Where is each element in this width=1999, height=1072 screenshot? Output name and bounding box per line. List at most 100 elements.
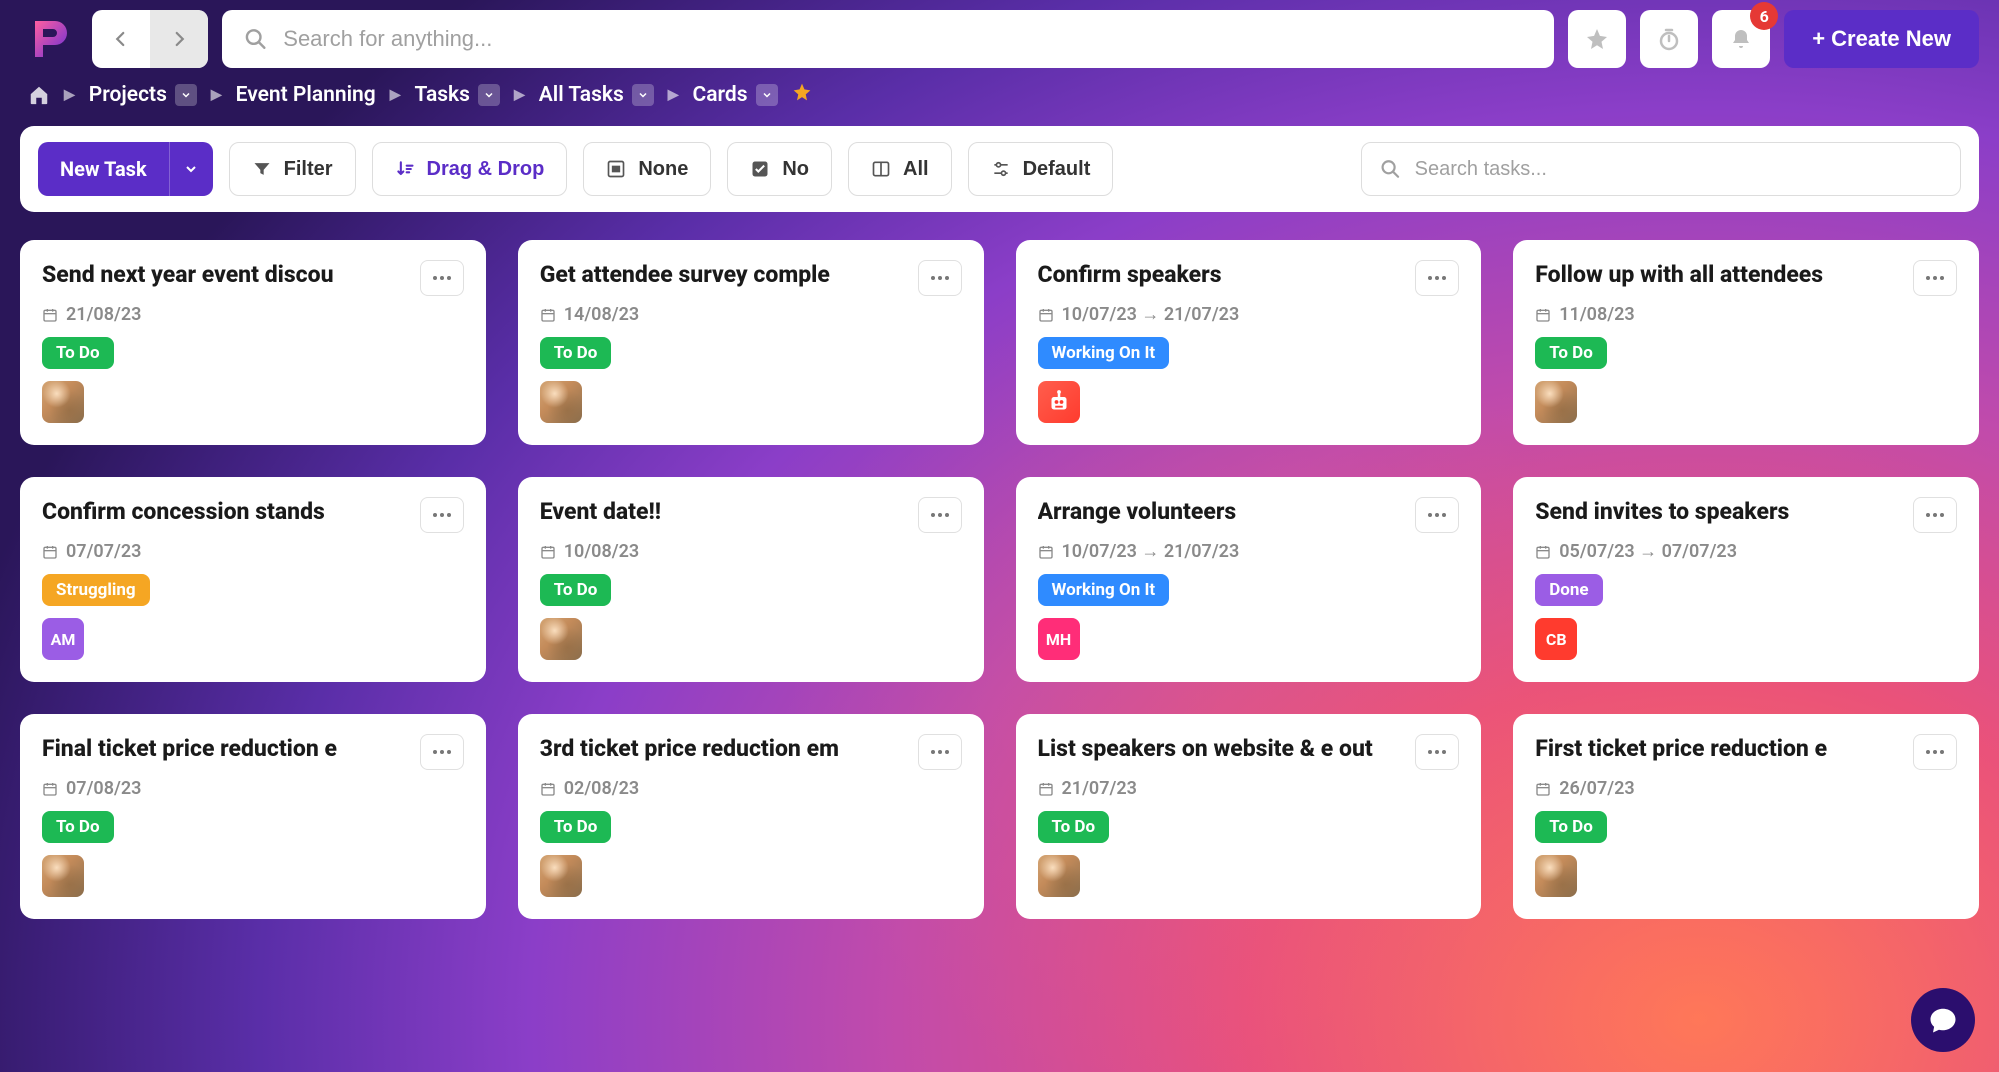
breadcrumb: ▶ Projects ▶ Event Planning ▶ Tasks ▶ Al… — [0, 76, 1999, 126]
assignee-avatar[interactable] — [540, 618, 582, 660]
card-date: 14/08/23 — [540, 304, 962, 325]
chevron-down-icon[interactable] — [478, 84, 500, 106]
task-card[interactable]: Arrange volunteers10/07/23 → 21/07/23Wor… — [1016, 477, 1482, 682]
assignee-avatar[interactable] — [540, 855, 582, 897]
card-menu-button[interactable] — [420, 260, 464, 296]
status-badge: Done — [1535, 574, 1602, 606]
card-menu-button[interactable] — [1913, 260, 1957, 296]
card-date: 11/08/23 — [1535, 304, 1957, 325]
card-menu-button[interactable] — [1913, 734, 1957, 770]
breadcrumb-projects[interactable]: Projects — [89, 83, 197, 107]
calendar-icon — [42, 544, 58, 560]
notifications-button[interactable]: 6 — [1712, 10, 1770, 68]
status-badge: To Do — [540, 574, 612, 606]
status-badge: To Do — [1038, 811, 1110, 843]
more-icon — [930, 512, 950, 518]
task-card[interactable]: Event date!!10/08/23To Do — [518, 477, 984, 682]
star-icon — [1585, 27, 1609, 51]
breadcrumb-tasks[interactable]: Tasks — [415, 83, 500, 107]
task-card[interactable]: Final ticket price reduction e07/08/23To… — [20, 714, 486, 919]
card-title: Confirm speakers — [1038, 260, 1408, 290]
card-date: 07/08/23 — [42, 778, 464, 799]
task-search[interactable] — [1361, 142, 1961, 196]
star-icon — [792, 82, 812, 102]
favorites-button[interactable] — [1568, 10, 1626, 68]
sort-button[interactable]: Drag & Drop — [372, 142, 568, 196]
task-card[interactable]: List speakers on website & e out21/07/23… — [1016, 714, 1482, 919]
task-card[interactable]: Confirm speakers10/07/23 → 21/07/23Worki… — [1016, 240, 1482, 445]
card-menu-button[interactable] — [1415, 497, 1459, 533]
task-card[interactable]: Send next year event discou21/08/23To Do — [20, 240, 486, 445]
card-menu-button[interactable] — [918, 734, 962, 770]
group-label: None — [638, 158, 688, 181]
task-search-input[interactable] — [1415, 158, 1942, 181]
more-icon — [1925, 749, 1945, 755]
assignee-avatar[interactable] — [540, 381, 582, 423]
card-menu-button[interactable] — [918, 497, 962, 533]
task-card[interactable]: Send invites to speakers05/07/23 → 07/07… — [1513, 477, 1979, 682]
app-logo[interactable] — [20, 10, 78, 68]
timer-button[interactable] — [1640, 10, 1698, 68]
logo-icon — [25, 15, 73, 63]
breadcrumb-cards[interactable]: Cards — [693, 83, 778, 107]
more-icon — [1427, 512, 1447, 518]
card-menu-button[interactable] — [420, 497, 464, 533]
group-icon — [606, 159, 626, 179]
calendar-icon — [42, 307, 58, 323]
new-task-button[interactable]: New Task — [38, 142, 169, 196]
calendar-icon — [1038, 307, 1054, 323]
new-task-dropdown[interactable] — [169, 142, 213, 196]
chevron-right-icon: ▶ — [390, 87, 401, 103]
nav-forward-button[interactable] — [150, 10, 208, 68]
card-menu-button[interactable] — [918, 260, 962, 296]
filter-icon — [252, 159, 272, 179]
completed-label: No — [782, 158, 809, 181]
breadcrumb-all-tasks[interactable]: All Tasks — [539, 83, 654, 107]
assignee-avatar[interactable]: MH — [1038, 618, 1080, 660]
status-badge: To Do — [42, 337, 114, 369]
task-card[interactable]: First ticket price reduction e26/07/23To… — [1513, 714, 1979, 919]
chevron-right-icon: ▶ — [668, 87, 679, 103]
card-menu-button[interactable] — [420, 734, 464, 770]
assignee-avatar[interactable] — [1038, 855, 1080, 897]
assignee-avatar[interactable]: AM — [42, 618, 84, 660]
task-card[interactable]: Get attendee survey comple14/08/23To Do — [518, 240, 984, 445]
home-icon[interactable] — [28, 84, 50, 106]
group-button[interactable]: None — [583, 142, 711, 196]
filter-button[interactable]: Filter — [229, 142, 356, 196]
assignee-avatar[interactable]: CB — [1535, 618, 1577, 660]
more-icon — [1427, 275, 1447, 281]
assignee-avatar[interactable] — [1038, 381, 1080, 423]
settings-button[interactable]: Default — [968, 142, 1114, 196]
assignee-avatar[interactable] — [42, 381, 84, 423]
breadcrumb-event-planning[interactable]: Event Planning — [236, 83, 376, 107]
columns-button[interactable]: All — [848, 142, 952, 196]
chat-button[interactable] — [1911, 988, 1975, 1052]
card-date: 21/07/23 — [1038, 778, 1460, 799]
task-card[interactable]: Confirm concession stands07/07/23Struggl… — [20, 477, 486, 682]
chevron-down-icon[interactable] — [632, 84, 654, 106]
global-search[interactable] — [222, 10, 1554, 68]
card-menu-button[interactable] — [1415, 734, 1459, 770]
completed-button[interactable]: No — [727, 142, 832, 196]
assignee-avatar[interactable] — [42, 855, 84, 897]
favorite-toggle[interactable] — [792, 82, 812, 108]
chevron-left-icon — [112, 30, 130, 48]
calendar-icon — [1038, 544, 1054, 560]
nav-back-button[interactable] — [92, 10, 150, 68]
filter-label: Filter — [284, 158, 333, 181]
assignee-avatar[interactable] — [1535, 855, 1577, 897]
card-menu-button[interactable] — [1415, 260, 1459, 296]
more-icon — [930, 749, 950, 755]
assignee-avatar[interactable] — [1535, 381, 1577, 423]
task-card[interactable]: Follow up with all attendees11/08/23To D… — [1513, 240, 1979, 445]
global-search-input[interactable] — [283, 26, 1532, 52]
chevron-down-icon[interactable] — [756, 84, 778, 106]
create-new-button[interactable]: + Create New — [1784, 10, 1979, 68]
card-title: 3rd ticket price reduction em — [540, 734, 910, 764]
task-card[interactable]: 3rd ticket price reduction em02/08/23To … — [518, 714, 984, 919]
card-menu-button[interactable] — [1913, 497, 1957, 533]
chevron-down-icon[interactable] — [175, 84, 197, 106]
view-toolbar: New Task Filter Drag & Drop None No All … — [20, 126, 1979, 212]
settings-label: Default — [1023, 158, 1091, 181]
